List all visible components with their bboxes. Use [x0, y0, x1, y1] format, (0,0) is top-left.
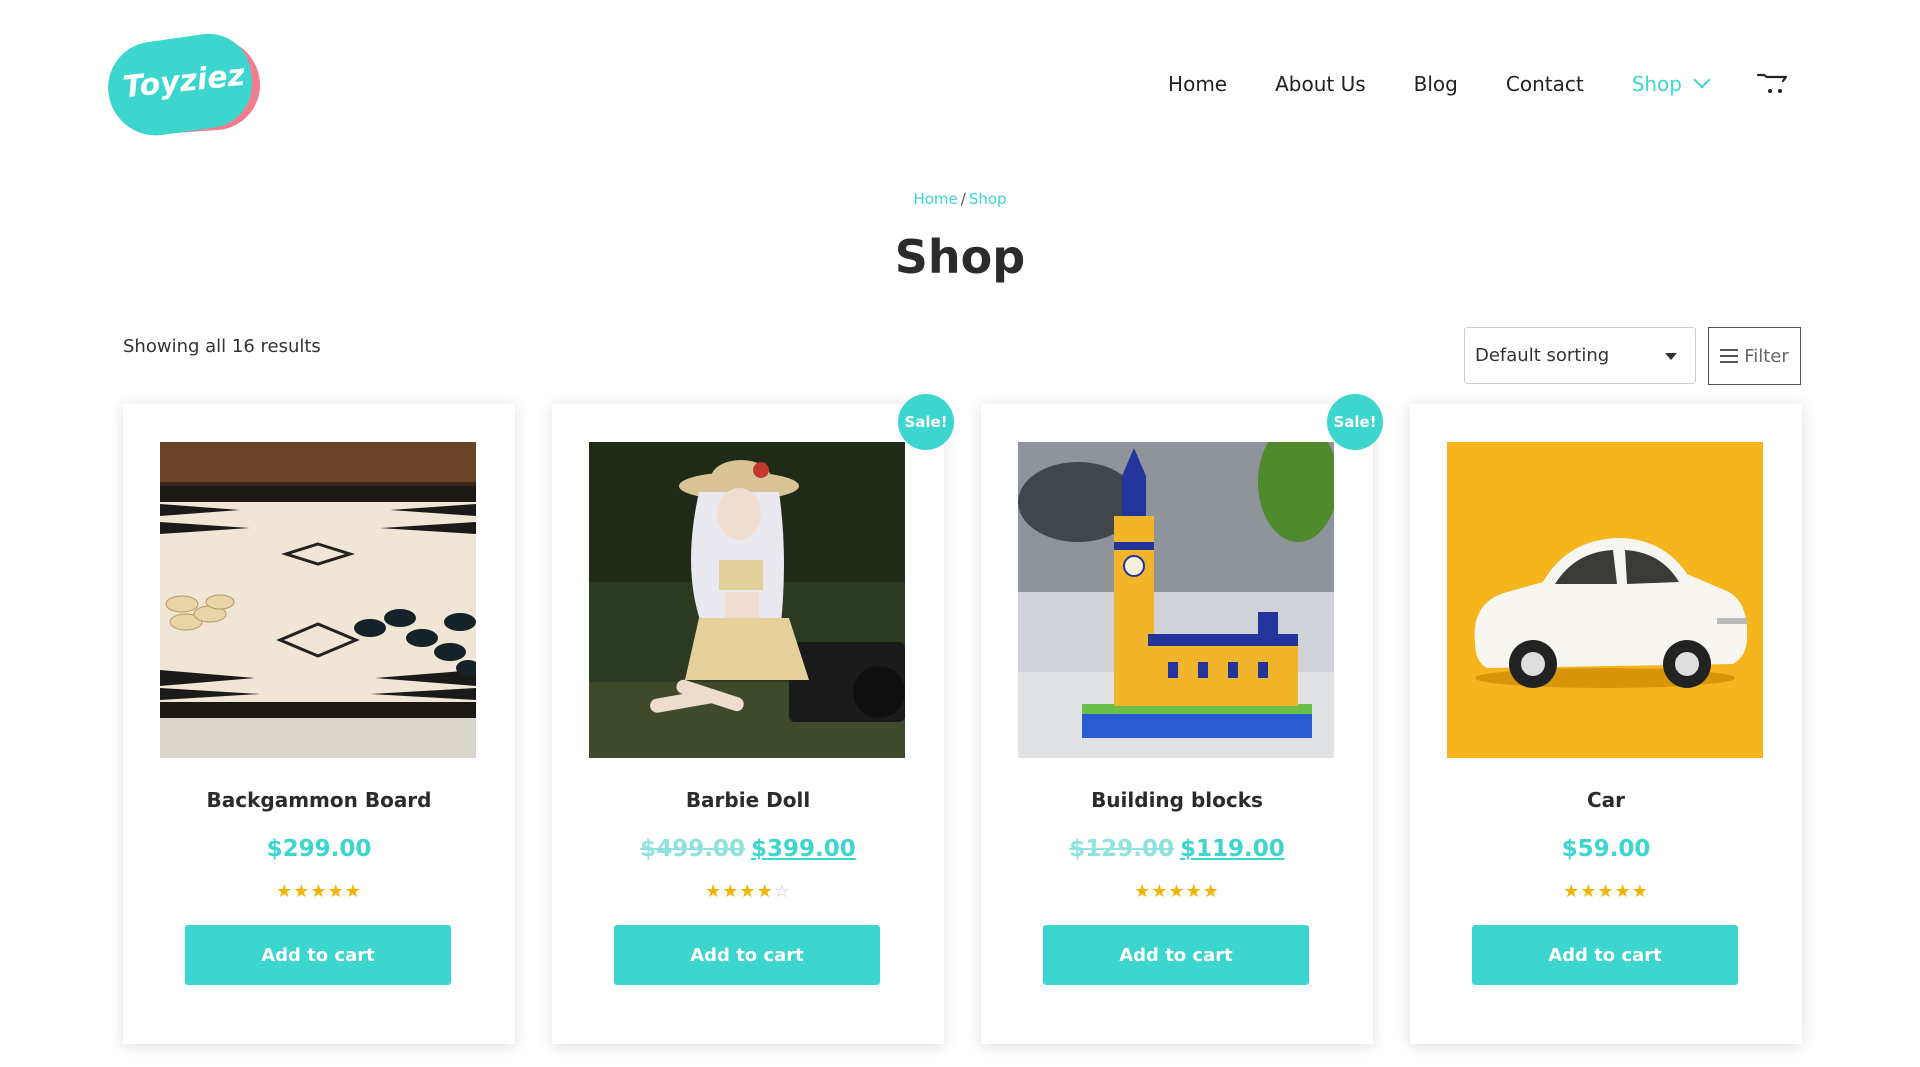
- toy-car-image[interactable]: [1447, 442, 1763, 758]
- add-to-cart-button[interactable]: Add to cart: [1043, 925, 1309, 985]
- product-card[interactable]: Sale! Barbie Doll $499.00 $399.00 ★★★★☆ A…: [552, 394, 954, 1044]
- product-card[interactable]: Sale! Building blocks $129.00 $119.00 ★★★…: [981, 394, 1383, 1044]
- product-card[interactable]: Car $59.00 ★★★★★ Add to cart: [1410, 404, 1802, 1044]
- star-rating: ★★★★☆: [552, 882, 944, 902]
- menu-icon: [1720, 349, 1739, 363]
- filter-label: Filter: [1744, 345, 1789, 367]
- nav-contact[interactable]: Contact: [1506, 72, 1584, 96]
- sort-selected-value: Default sorting: [1475, 345, 1610, 366]
- sale-badge: Sale!: [1327, 394, 1383, 450]
- sort-select[interactable]: Default sorting: [1464, 327, 1696, 384]
- original-price: $129.00: [1069, 836, 1174, 862]
- nav-shop-label: Shop: [1631, 72, 1682, 96]
- main-nav: Home About Us Blog Contact Shop: [1120, 68, 1790, 100]
- product-name[interactable]: Backgammon Board: [123, 788, 515, 812]
- chevron-down-icon: [1693, 71, 1711, 89]
- product-price: $499.00 $399.00: [552, 836, 944, 862]
- product-price: $59.00: [1561, 836, 1651, 862]
- product-price: $129.00 $119.00: [981, 836, 1373, 862]
- star-icon: ★★★★★: [1134, 881, 1220, 902]
- logo[interactable]: Toyziez: [102, 28, 264, 142]
- nav-home[interactable]: Home: [1168, 72, 1227, 96]
- star-rating: ★★★★★: [1410, 882, 1802, 902]
- product-name[interactable]: Car: [1410, 788, 1802, 812]
- filter-button[interactable]: Filter: [1708, 327, 1801, 385]
- add-to-cart-button[interactable]: Add to cart: [614, 925, 880, 985]
- star-empty-icon: ☆: [773, 881, 791, 902]
- backgammon-board-image[interactable]: [160, 442, 476, 758]
- sale-price[interactable]: $119.00: [1180, 836, 1285, 862]
- star-rating: ★★★★★: [123, 882, 515, 902]
- sale-price[interactable]: $399.00: [751, 836, 856, 862]
- add-to-cart-button[interactable]: Add to cart: [185, 925, 451, 985]
- product-name[interactable]: Building blocks: [981, 788, 1373, 812]
- original-price: $499.00: [640, 836, 745, 862]
- star-icon: ★★★★★: [1563, 881, 1649, 902]
- breadcrumb-separator: /: [960, 190, 966, 208]
- star-icon: ★★★★: [705, 881, 774, 902]
- nav-blog[interactable]: Blog: [1414, 72, 1458, 96]
- product-name[interactable]: Barbie Doll: [552, 788, 944, 812]
- nav-about-us[interactable]: About Us: [1275, 72, 1366, 96]
- product-card[interactable]: Backgammon Board $299.00 ★★★★★ Add to ca…: [123, 404, 515, 1044]
- add-to-cart-button[interactable]: Add to cart: [1472, 925, 1738, 985]
- doll-image[interactable]: [589, 442, 905, 758]
- page-title: Shop: [894, 230, 1026, 284]
- breadcrumb-home[interactable]: Home: [913, 190, 957, 208]
- breadcrumb: Home / Shop: [0, 190, 1920, 208]
- result-count: Showing all 16 results: [123, 336, 321, 357]
- sale-badge: Sale!: [898, 394, 954, 450]
- breadcrumb-current: Shop: [968, 190, 1007, 208]
- building-blocks-image[interactable]: [1018, 442, 1334, 758]
- caret-down-icon: [1665, 353, 1677, 360]
- product-price: $299.00: [266, 836, 372, 862]
- star-rating: ★★★★★: [981, 882, 1373, 902]
- cart-icon[interactable]: [1756, 71, 1790, 97]
- star-icon: ★★★★★: [276, 881, 362, 902]
- nav-shop[interactable]: Shop: [1631, 71, 1711, 96]
